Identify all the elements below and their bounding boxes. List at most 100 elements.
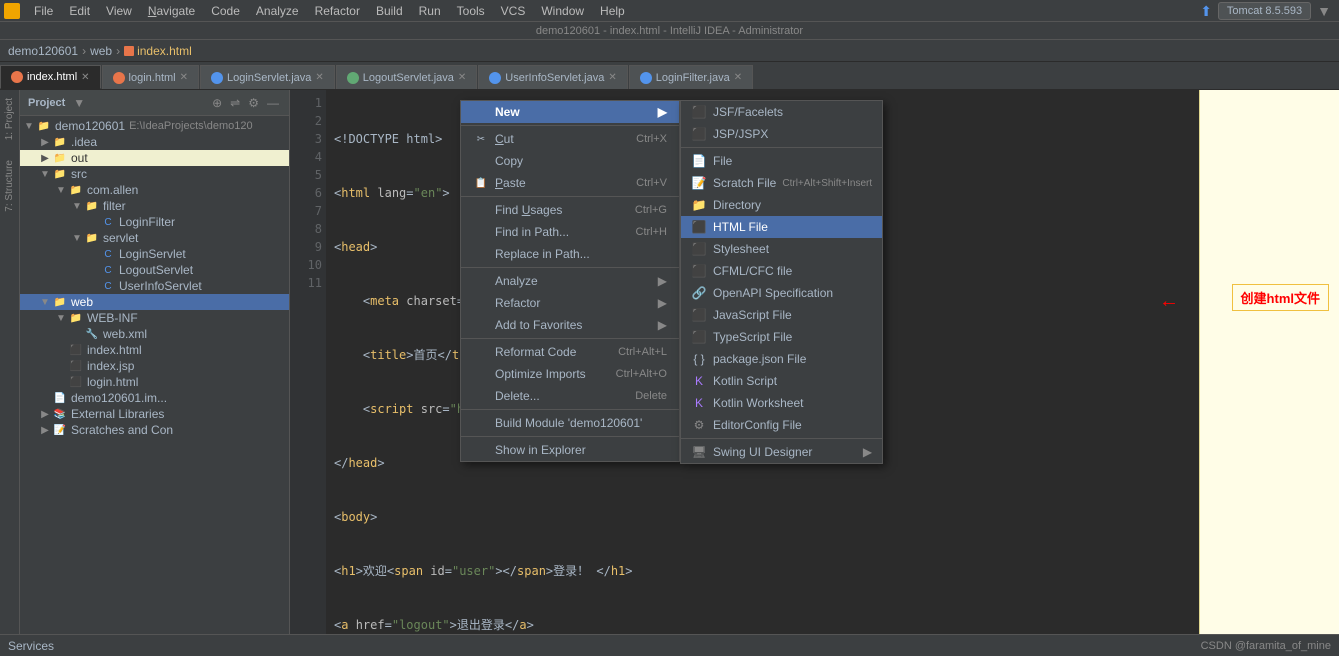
menu-vcs[interactable]: VCS bbox=[493, 2, 534, 20]
tab-close-loginfilter[interactable]: ✕ bbox=[734, 72, 742, 83]
breadcrumb-web[interactable]: web bbox=[90, 44, 112, 58]
tree-userinfoservlet[interactable]: ▶ C UserInfoServlet bbox=[20, 278, 289, 294]
cm-find-path-shortcut: Ctrl+H bbox=[636, 226, 667, 238]
tree-loginhtml[interactable]: ▶ ⬛ login.html bbox=[20, 374, 289, 390]
menu-analyze[interactable]: Analyze bbox=[248, 2, 307, 20]
tree-webinf[interactable]: ▼ 📁 WEB-INF bbox=[20, 310, 289, 326]
tree-indexjsp[interactable]: ▶ ⬛ index.jsp bbox=[20, 358, 289, 374]
tree-out[interactable]: ▶ 📁 out bbox=[20, 150, 289, 166]
tree-loginservlet[interactable]: ▶ C LoginServlet bbox=[20, 246, 289, 262]
tab-userinfoservlet[interactable]: UserInfoServlet.java ✕ bbox=[478, 65, 627, 89]
tree-iml[interactable]: ▶ 📄 demo120601.im... bbox=[20, 390, 289, 406]
submenu-editorconfig[interactable]: ⚙ EditorConfig File bbox=[681, 414, 882, 436]
project-btn-close[interactable]: — bbox=[265, 96, 281, 110]
cm-analyze[interactable]: Analyze ▶ bbox=[461, 270, 679, 292]
tab-logoutservlet[interactable]: LogoutServlet.java ✕ bbox=[336, 65, 478, 89]
menu-build[interactable]: Build bbox=[368, 2, 411, 20]
menu-tools[interactable]: Tools bbox=[449, 2, 493, 20]
tree-idea[interactable]: ▶ 📁 .idea bbox=[20, 134, 289, 150]
tab-close-index[interactable]: ✕ bbox=[81, 72, 89, 83]
tab-loginfilter[interactable]: LoginFilter.java ✕ bbox=[629, 65, 753, 89]
navigate-icon[interactable]: ⬆ bbox=[1200, 3, 1212, 20]
tree-src[interactable]: ▼ 📁 src bbox=[20, 166, 289, 182]
submenu-ts[interactable]: ⬛ TypeScript File bbox=[681, 326, 882, 348]
cm-copy[interactable]: Copy bbox=[461, 150, 679, 172]
menu-navigate[interactable]: Navigate bbox=[140, 2, 203, 20]
tree-arrow-out: ▶ bbox=[38, 153, 52, 164]
submenu-js[interactable]: ⬛ JavaScript File bbox=[681, 304, 882, 326]
tree-comallen[interactable]: ▼ 📁 com.allen bbox=[20, 182, 289, 198]
tree-loginfilter[interactable]: ▶ C LoginFilter bbox=[20, 214, 289, 230]
tab-loginservlet[interactable]: LoginServlet.java ✕ bbox=[200, 65, 335, 89]
sidebar-strip-structure[interactable]: 7: Structure bbox=[4, 160, 15, 212]
menu-refactor[interactable]: Refactor bbox=[307, 2, 368, 20]
cm-analyze-icon bbox=[473, 274, 489, 288]
cm-replace-path[interactable]: Replace in Path... bbox=[461, 243, 679, 265]
cm-copy-icon bbox=[473, 154, 489, 168]
project-btn-scroll[interactable]: ⇌ bbox=[228, 96, 242, 110]
tree-scratches[interactable]: ▶ 📝 Scratches and Con bbox=[20, 422, 289, 438]
tab-login-html[interactable]: login.html ✕ bbox=[102, 65, 199, 89]
tree-external-libs[interactable]: ▶ 📚 External Libraries bbox=[20, 406, 289, 422]
tree-indexhtml[interactable]: ▶ ⬛ index.html bbox=[20, 342, 289, 358]
breadcrumb-indexhtml[interactable]: index.html bbox=[124, 44, 192, 58]
cm-favorites[interactable]: Add to Favorites ▶ bbox=[461, 314, 679, 336]
submenu-pkg[interactable]: { } package.json File bbox=[681, 348, 882, 370]
tab-index-html[interactable]: index.html ✕ bbox=[0, 65, 101, 89]
tree-root[interactable]: ▼ 📁 demo120601 E:\IdeaProjects\demo120 bbox=[20, 118, 289, 134]
menu-help[interactable]: Help bbox=[592, 2, 633, 20]
tree-label-webxml: web.xml bbox=[103, 327, 147, 341]
submenu-directory[interactable]: 📁 Directory bbox=[681, 194, 882, 216]
submenu-ktw-label: Kotlin Worksheet bbox=[713, 396, 804, 410]
submenu-openapi[interactable]: 🔗 OpenAPI Specification bbox=[681, 282, 882, 304]
cm-build-module[interactable]: Build Module 'demo120601' bbox=[461, 412, 679, 434]
project-dropdown-icon[interactable]: ▼ bbox=[73, 96, 85, 110]
breadcrumb-demo120601[interactable]: demo120601 bbox=[8, 44, 78, 58]
cm-find-path[interactable]: Find in Path... Ctrl+H bbox=[461, 221, 679, 243]
menu-file[interactable]: File bbox=[26, 2, 61, 20]
menu-code[interactable]: Code bbox=[203, 2, 248, 20]
cm-new[interactable]: New ▶ bbox=[461, 101, 679, 123]
cm-reformat[interactable]: Reformat Code Ctrl+Alt+L bbox=[461, 341, 679, 363]
cm-new-icon bbox=[473, 105, 489, 119]
menu-view[interactable]: View bbox=[98, 2, 140, 20]
tree-filter[interactable]: ▼ 📁 filter bbox=[20, 198, 289, 214]
project-btn-settings[interactable]: ⚙ bbox=[246, 96, 261, 110]
tab-close-logoutservlet[interactable]: ✕ bbox=[458, 72, 466, 83]
tree-web[interactable]: ▼ 📁 web bbox=[20, 294, 289, 310]
submenu-stylesheet-label: Stylesheet bbox=[713, 242, 769, 256]
tab-close-login[interactable]: ✕ bbox=[180, 72, 188, 83]
project-btn-add[interactable]: ⊕ bbox=[210, 96, 224, 110]
submenu-stylesheet[interactable]: ⬛ Stylesheet bbox=[681, 238, 882, 260]
services-label[interactable]: Services bbox=[8, 639, 54, 653]
chevron-down-icon[interactable]: ▼ bbox=[1317, 3, 1331, 19]
cm-paste[interactable]: 📋 Paste Ctrl+V bbox=[461, 172, 679, 194]
submenu-file[interactable]: 📄 File bbox=[681, 150, 882, 172]
submenu-scratch[interactable]: 📝 Scratch File Ctrl+Alt+Shift+Insert bbox=[681, 172, 882, 194]
tree-webxml[interactable]: ▶ 🔧 web.xml bbox=[20, 326, 289, 342]
menu-window[interactable]: Window bbox=[533, 2, 592, 20]
tree-servlet[interactable]: ▼ 📁 servlet bbox=[20, 230, 289, 246]
menu-run[interactable]: Run bbox=[411, 2, 449, 20]
submenu-cfml[interactable]: ⬛ CFML/CFC file bbox=[681, 260, 882, 282]
submenu-jsf[interactable]: ⬛ JSF/Facelets bbox=[681, 101, 882, 123]
submenu-swing[interactable]: 🖥 Swing UI Designer ▶ bbox=[681, 441, 882, 463]
cm-delete[interactable]: Delete... Delete bbox=[461, 385, 679, 407]
sidebar-strip-project[interactable]: 1: Project bbox=[4, 98, 15, 140]
menu-edit[interactable]: Edit bbox=[61, 2, 98, 20]
submenu-html[interactable]: ⬛ HTML File bbox=[681, 216, 882, 238]
cm-optimize[interactable]: Optimize Imports Ctrl+Alt+O bbox=[461, 363, 679, 385]
tab-close-loginservlet[interactable]: ✕ bbox=[315, 72, 323, 83]
right-panel bbox=[1199, 90, 1339, 634]
submenu-file-label: File bbox=[713, 154, 732, 168]
submenu-jsp[interactable]: ⬛ JSP/JSPX bbox=[681, 123, 882, 145]
cm-refactor[interactable]: Refactor ▶ bbox=[461, 292, 679, 314]
submenu-kotlin-worksheet[interactable]: K Kotlin Worksheet bbox=[681, 392, 882, 414]
tab-close-userinfoservlet[interactable]: ✕ bbox=[608, 72, 616, 83]
submenu-kotlin-script[interactable]: K Kotlin Script bbox=[681, 370, 882, 392]
cm-show-explorer[interactable]: Show in Explorer bbox=[461, 439, 679, 461]
tomcat-button[interactable]: Tomcat 8.5.593 bbox=[1218, 2, 1311, 20]
cm-cut[interactable]: ✂ Cut Ctrl+X bbox=[461, 128, 679, 150]
cm-find-usages[interactable]: Find Usages Ctrl+G bbox=[461, 199, 679, 221]
tree-logoutservlet[interactable]: ▶ C LogoutServlet bbox=[20, 262, 289, 278]
